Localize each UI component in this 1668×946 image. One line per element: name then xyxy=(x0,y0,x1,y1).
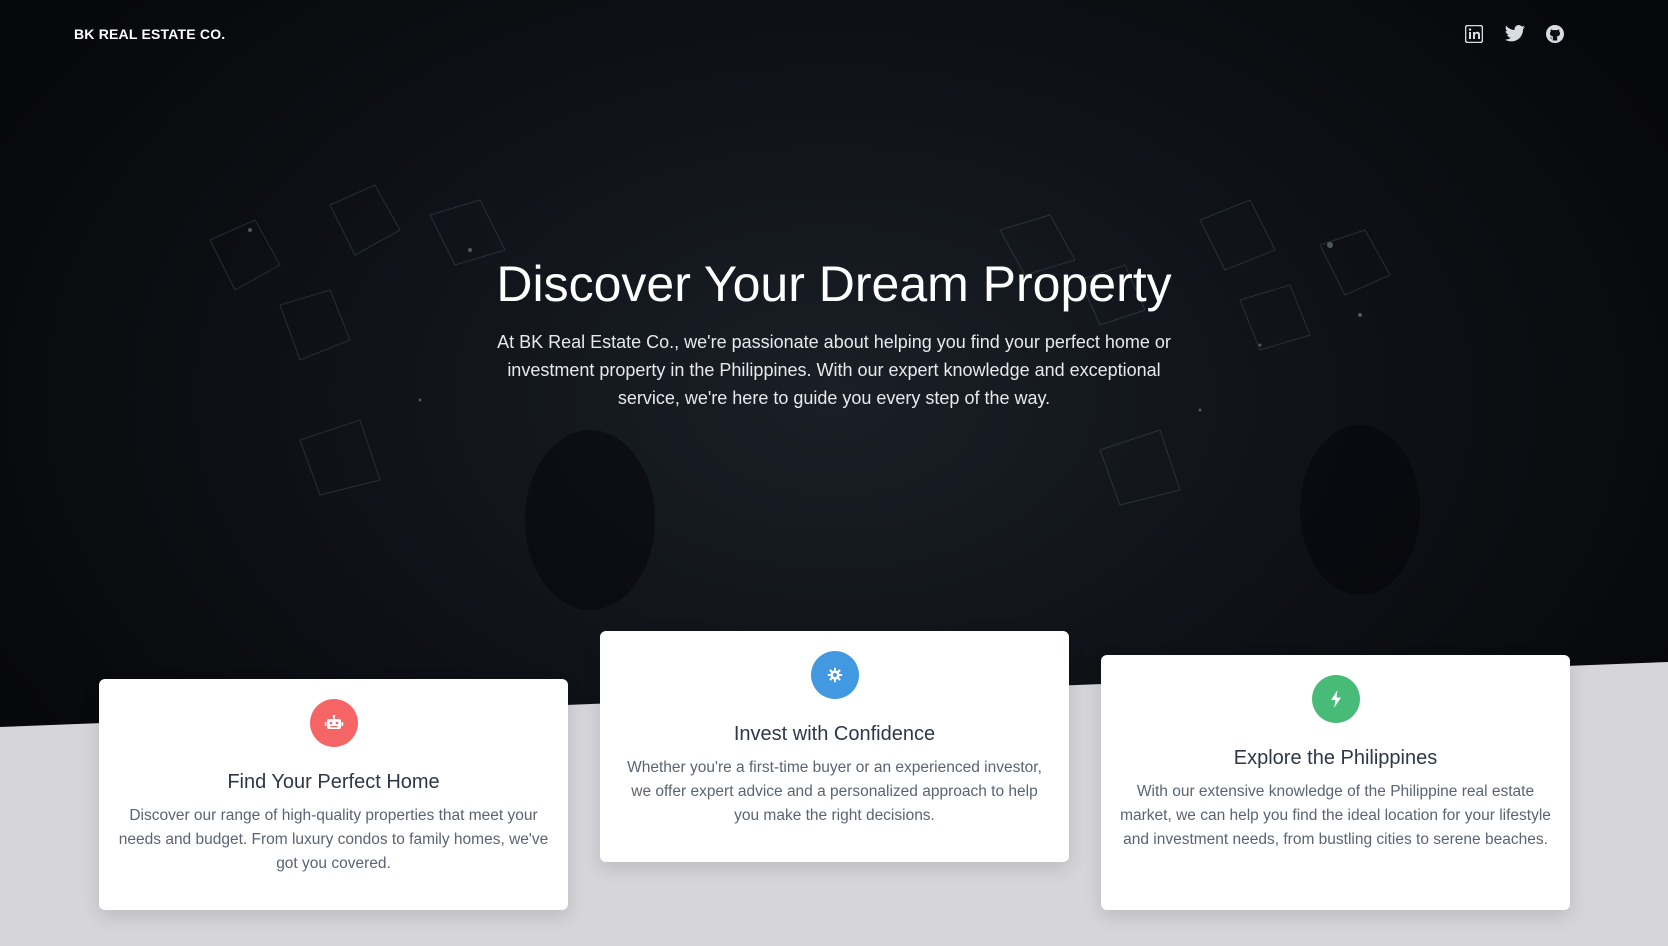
feature-title: Find Your Perfect Home xyxy=(227,771,440,793)
feature-card-explore: Explore the Philippines With our extensi… xyxy=(1101,655,1570,910)
twitter-icon xyxy=(1504,25,1526,43)
robot-icon xyxy=(309,699,358,747)
feature-title: Explore the Philippines xyxy=(1233,747,1438,769)
bolt-icon xyxy=(1311,675,1360,723)
gear-icon xyxy=(810,651,859,699)
github-icon xyxy=(1545,24,1565,44)
twitter-link[interactable] xyxy=(1503,22,1527,46)
navbar: BK REAL ESTATE CO. xyxy=(0,0,1668,68)
feature-text: With our extensive knowledge of the Phil… xyxy=(1120,783,1551,848)
feature-text: Discover our range of high-quality prope… xyxy=(118,807,549,872)
brand-logo[interactable]: BK REAL ESTATE CO. xyxy=(74,26,225,42)
linkedin-link[interactable] xyxy=(1462,22,1486,46)
hero-description: At BK Real Estate Co., we're passionate … xyxy=(497,332,1171,408)
linkedin-icon xyxy=(1465,25,1483,43)
feature-card-find-home: Find Your Perfect Home Discover our rang… xyxy=(99,679,568,910)
hero-title: Discover Your Dream Property xyxy=(496,256,1172,312)
feature-text: Whether you're a first-time buyer or an … xyxy=(627,759,1042,824)
feature-card-invest: Invest with Confidence Whether you're a … xyxy=(600,631,1069,862)
github-link[interactable] xyxy=(1543,22,1567,46)
feature-title: Invest with Confidence xyxy=(733,723,936,745)
hero-content: Discover Your Dream Property At BK Real … xyxy=(434,252,1234,412)
